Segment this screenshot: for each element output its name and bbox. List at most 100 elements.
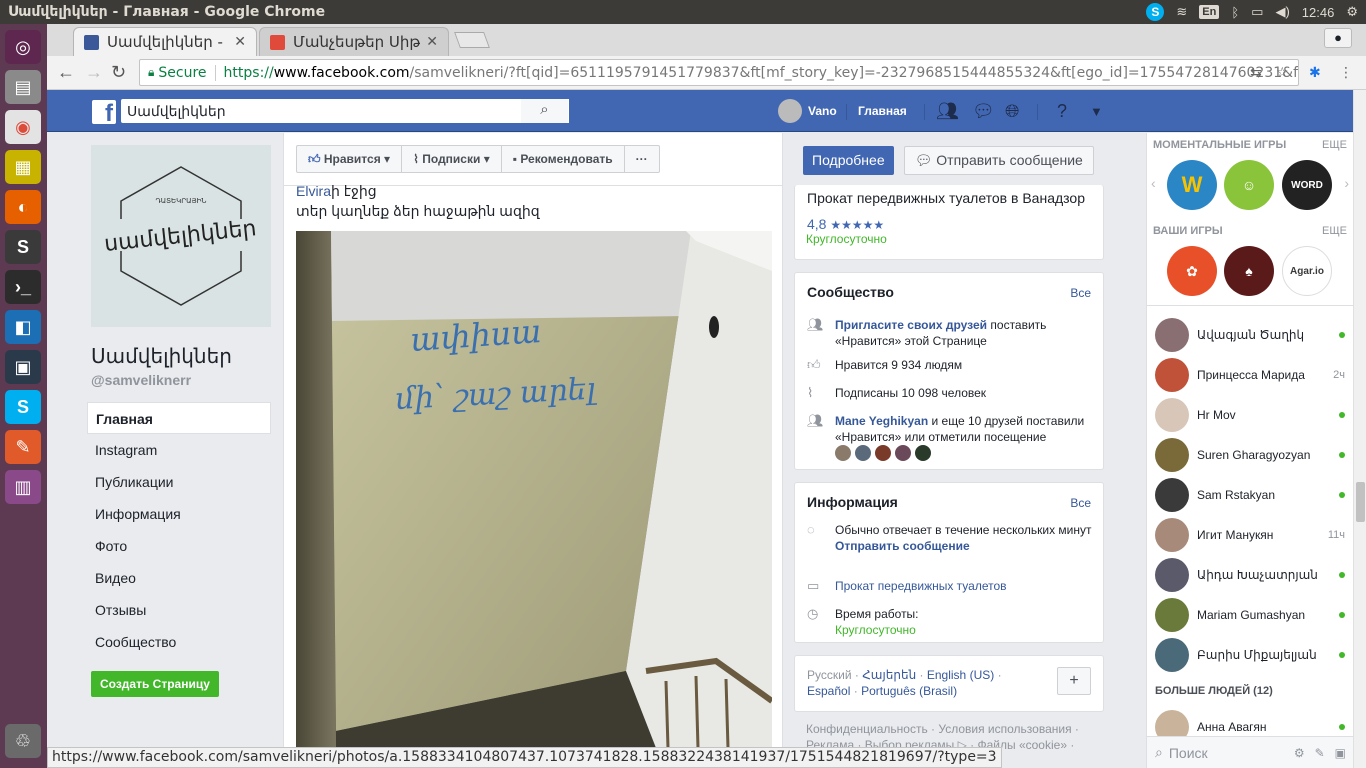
jetbrains-icon[interactable]: ▣ (5, 350, 41, 384)
chat-friend-row[interactable]: Игит Манукян 11ч (1155, 517, 1345, 553)
keyboard-layout-indicator[interactable]: En (1199, 5, 1220, 19)
invite-friends-link[interactable]: Пригласите своих друзей (835, 318, 987, 332)
quick-help-icon[interactable]: ? (1057, 101, 1067, 122)
avatar[interactable] (835, 445, 851, 461)
menu-icon[interactable]: ⋮ (1339, 64, 1353, 81)
extension-icon[interactable]: ✱ (1309, 64, 1321, 81)
vscode-icon[interactable]: ◧ (5, 310, 41, 344)
community-see-all-link[interactable]: Все (1070, 286, 1091, 300)
candy-crush-icon[interactable]: ✿ (1167, 246, 1217, 296)
sidebar-toggle-icon[interactable]: ▣ (1335, 746, 1346, 760)
chevron-right-icon[interactable]: › (1344, 175, 1349, 191)
page-nav-item-home[interactable]: Главная (87, 402, 271, 434)
info-send-message-link[interactable]: Отправить сообщение (835, 539, 970, 553)
language-link-armenian[interactable]: Հայերեն (862, 668, 916, 682)
battery-icon[interactable]: ▭ (1251, 4, 1263, 20)
profile-icon[interactable]: ● (1324, 28, 1352, 48)
compose-icon[interactable]: ✎ (1315, 746, 1325, 760)
notifications-globe-icon[interactable]: 🌐︎ (1005, 101, 1019, 122)
sublime-icon[interactable]: S (5, 230, 41, 264)
friend-requests-icon[interactable]: 👥︎ (936, 101, 959, 122)
page-nav-item-about[interactable]: Информация (87, 498, 271, 530)
tab-facebook[interactable]: Սամվելիկներ - Гл ✕ (73, 27, 257, 56)
rating[interactable]: 4,8 ★★★★★ (807, 216, 884, 232)
avatar[interactable] (875, 445, 891, 461)
close-tab-icon[interactable]: ✕ (426, 34, 438, 50)
language-link-english[interactable]: English (US) (927, 668, 994, 682)
page-nav-item-community[interactable]: Сообщество (87, 626, 271, 658)
instant-games-more-link[interactable]: ЕЩЕ (1322, 139, 1347, 151)
chat-friend-row[interactable]: Sam Rstakyan (1155, 477, 1345, 513)
chevron-left-icon[interactable]: ‹ (1151, 175, 1156, 191)
tools-icon[interactable]: ✎ (5, 430, 41, 464)
agar-io-icon[interactable]: Agar.io (1282, 246, 1332, 296)
files-icon[interactable]: ▤ (5, 70, 41, 104)
footer-line-1[interactable]: Конфиденциальность · Условия использован… (806, 721, 1079, 737)
page-nav-item-posts[interactable]: Публикации (87, 466, 271, 498)
notes-icon[interactable]: ▦ (5, 150, 41, 184)
recommend-button[interactable]: ▪ Рекомендовать (502, 146, 625, 172)
words-game-icon[interactable]: W (1167, 160, 1217, 210)
workspace-icon[interactable]: ▥ (5, 470, 41, 504)
like-page-button[interactable]: 👍︎ Нравится ▾ (297, 146, 403, 172)
bookmark-star-icon[interactable]: ☆ (1276, 64, 1289, 81)
create-page-button[interactable]: Создать Страницу (91, 671, 219, 697)
scrollbar-thumb[interactable] (1356, 482, 1365, 522)
post-author-link[interactable]: Elvira (296, 183, 331, 199)
terminal-icon[interactable]: ›_ (5, 270, 41, 304)
category-link[interactable]: Прокат передвижных туалетов (835, 578, 1007, 594)
clock[interactable]: 12:46 (1302, 5, 1335, 20)
facebook-search-input[interactable] (121, 99, 569, 123)
search-icon[interactable]: ⌕ (521, 99, 568, 123)
back-icon[interactable]: ← (57, 62, 75, 83)
chat-friend-row[interactable]: Hr Mov (1155, 397, 1345, 433)
trash-icon[interactable]: ♲ (5, 724, 41, 758)
wifi-icon[interactable]: ≋ (1176, 4, 1187, 20)
poker-game-icon[interactable]: ♠ (1224, 246, 1274, 296)
close-tab-icon[interactable]: ✕ (234, 34, 246, 50)
address-bar[interactable]: 🔒︎ Secure https://www.facebook.com/samve… (139, 59, 1299, 86)
dash-icon[interactable]: ◎ (5, 30, 41, 64)
add-language-button[interactable]: + (1057, 667, 1091, 695)
power-icon[interactable]: ⚙ (1346, 4, 1358, 20)
tab-manchester[interactable]: Մանչեսթեր Սիթ ✕ (259, 27, 449, 56)
gear-icon[interactable]: ⚙ (1294, 746, 1305, 760)
chat-friend-row[interactable]: Suren Gharagyozyan (1155, 437, 1345, 473)
facebook-logo-icon[interactable]: f (92, 100, 116, 124)
chat-friend-row[interactable]: Принцесса Марида 2ч (1155, 357, 1345, 393)
volume-icon[interactable]: ◀) (1275, 4, 1289, 20)
account-menu-chevron-down-icon[interactable]: ▼ (1090, 104, 1103, 119)
skype-tray-icon[interactable]: S (1146, 3, 1165, 21)
chat-friend-row[interactable]: Mariam Gumashyan (1155, 597, 1345, 633)
skype-icon[interactable]: S (5, 390, 41, 424)
info-see-all-link[interactable]: Все (1070, 496, 1091, 510)
chat-friend-row[interactable]: Ավագյան Ծաղիկ (1155, 317, 1345, 353)
page-profile-picture[interactable]: ԴԱՏԵԿՐԱՅԻՆ սամվելիկներ (91, 145, 271, 327)
home-link[interactable]: Главная (858, 104, 907, 118)
chat-friend-row[interactable]: Աիդա Խաչատրյան (1155, 557, 1345, 593)
messenger-icon[interactable]: 💬︎ (972, 101, 995, 122)
chat-search-bar[interactable]: ⌕ Поиск ⚙ ✎ ▣ (1147, 736, 1354, 768)
chrome-icon[interactable]: ◉ (5, 110, 41, 144)
chat-friend-row[interactable]: Բարիս Միքայելյան (1155, 637, 1345, 673)
firefox-icon[interactable]: ◐ (5, 190, 41, 224)
avatar[interactable] (895, 445, 911, 461)
language-link-portuguese[interactable]: Português (Brasil) (861, 684, 957, 698)
page-scrollbar[interactable] (1353, 90, 1366, 768)
learn-more-button[interactable]: Подробнее (803, 146, 894, 175)
translate-icon[interactable]: ⇆ (1250, 64, 1262, 81)
page-nav-item-instagram[interactable]: Instagram (87, 434, 271, 466)
word-game-icon[interactable]: WORD (1282, 160, 1332, 210)
post-photo[interactable]: ափիսա մի՝ շաշ արել (296, 231, 772, 748)
page-nav-item-photos[interactable]: Фото (87, 530, 271, 562)
profile-link[interactable]: Vano (778, 99, 837, 123)
page-handle[interactable]: @samveliknerr (91, 372, 191, 388)
bluetooth-icon[interactable]: ᛒ (1231, 5, 1239, 20)
avatar[interactable] (855, 445, 871, 461)
page-nav-item-reviews[interactable]: Отзывы (87, 594, 271, 626)
more-actions-button[interactable]: ··· (625, 146, 659, 172)
reload-icon[interactable]: ↻ (111, 62, 126, 83)
avatar[interactable] (915, 445, 931, 461)
follow-page-button[interactable]: ⌇ Подписки ▾ (402, 146, 502, 172)
language-link-spanish[interactable]: Español (807, 684, 850, 698)
